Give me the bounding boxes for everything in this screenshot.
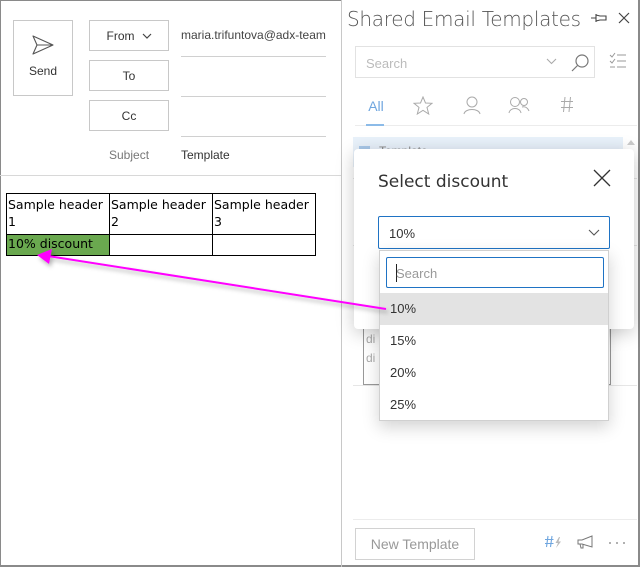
hashtag-icon — [561, 96, 573, 113]
compose-pane: Send From maria.trifuntova@adx-team To C… — [0, 0, 341, 567]
preview-line: di — [366, 351, 376, 365]
from-button[interactable]: From — [89, 20, 169, 51]
dropdown-option[interactable]: 10% — [380, 293, 608, 325]
more-options-icon[interactable] — [608, 541, 626, 545]
dropdown-search-input[interactable]: Search — [386, 257, 604, 288]
search-icon[interactable] — [570, 53, 590, 73]
checklist-icon[interactable] — [609, 52, 627, 70]
megaphone-icon[interactable] — [576, 535, 596, 549]
table-header-cell[interactable]: Sample header 3 — [212, 193, 316, 235]
discount-select[interactable]: 10% — [378, 216, 610, 249]
cc-label: Cc — [121, 108, 137, 123]
tab-hashtags[interactable] — [558, 92, 576, 125]
table-row: 10% discount — [6, 234, 316, 256]
table-header-cell[interactable]: Sample header 2 — [109, 193, 213, 235]
chevron-down-icon[interactable] — [546, 58, 557, 65]
dropdown-option[interactable]: 15% — [380, 325, 608, 357]
to-input[interactable] — [181, 96, 326, 97]
close-icon[interactable] — [618, 12, 630, 24]
table-header-cell[interactable]: Sample header 1 — [6, 193, 110, 235]
footer-divider — [353, 519, 637, 520]
discount-dropdown-list: Search 10% 15% 20% 25% — [379, 250, 609, 421]
dropdown-option[interactable]: 20% — [380, 357, 608, 389]
cc-button[interactable]: Cc — [89, 100, 169, 131]
send-button[interactable]: Send — [13, 20, 73, 96]
pin-icon[interactable] — [590, 12, 608, 24]
from-value: maria.trifuntova@adx-team — [181, 28, 326, 42]
tab-my-templates[interactable] — [461, 92, 483, 125]
chevron-down-icon — [142, 33, 151, 39]
tab-team-templates[interactable] — [507, 92, 531, 125]
scroll-up-icon[interactable] — [626, 138, 636, 148]
table-header-row: Sample header 1 Sample header 2 Sample h… — [6, 193, 316, 235]
dialog-title: Select discount — [378, 172, 509, 192]
tab-favorites[interactable] — [412, 92, 434, 125]
chevron-down-icon — [588, 229, 600, 236]
dropdown-search-placeholder: Search — [396, 266, 438, 281]
discount-cell[interactable]: 10% discount — [6, 234, 110, 256]
send-icon — [32, 35, 54, 55]
panel-title: Shared Email Templates — [347, 7, 581, 31]
person-icon — [463, 96, 481, 115]
preview-line: di — [366, 332, 376, 346]
from-label: From — [106, 28, 135, 43]
subject-input[interactable]: Template — [181, 148, 230, 162]
template-search-input[interactable]: Search — [355, 46, 595, 78]
to-button[interactable]: To — [89, 60, 169, 91]
subject-label: Subject — [109, 148, 150, 162]
new-template-button[interactable]: New Template — [355, 528, 475, 560]
table-cell[interactable] — [212, 234, 316, 256]
dropdown-option[interactable]: 25% — [380, 389, 608, 421]
template-tabs: All — [355, 92, 637, 126]
discount-selected-value: 10% — [389, 226, 416, 241]
star-icon — [413, 96, 433, 115]
send-label: Send — [28, 64, 58, 78]
new-template-label: New Template — [370, 536, 460, 552]
close-icon[interactable] — [593, 169, 611, 187]
from-underline — [181, 56, 326, 57]
search-placeholder: Search — [366, 56, 408, 71]
table-cell[interactable] — [109, 234, 213, 256]
cc-input[interactable] — [181, 136, 326, 137]
body-table: Sample header 1 Sample header 2 Sample h… — [6, 193, 316, 256]
compose-separator — [0, 175, 341, 176]
macros-icon[interactable] — [544, 535, 562, 549]
tab-all[interactable]: All — [366, 92, 386, 126]
to-label: To — [122, 68, 136, 83]
tab-all-label: All — [368, 98, 384, 114]
people-icon — [508, 97, 530, 114]
